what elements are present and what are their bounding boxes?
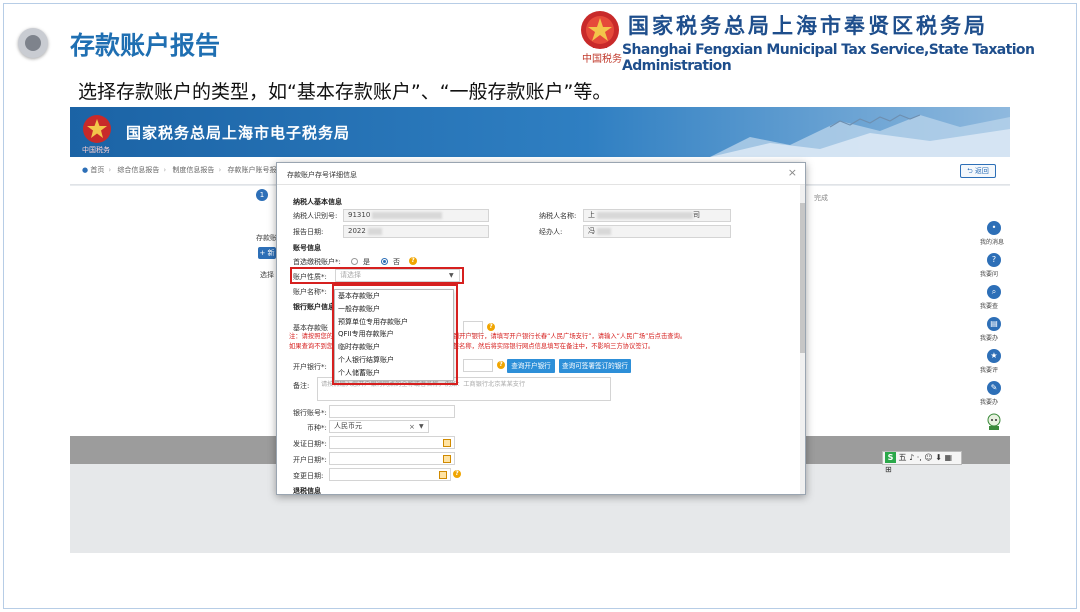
taxpayer-id-label: 纳税人识别号:	[293, 212, 338, 220]
modal-title: 存款账户存号详细信息	[287, 171, 357, 179]
tool-messages[interactable]: • 我的消息	[980, 221, 1008, 246]
location-icon: ●	[82, 166, 89, 174]
breadcrumb-item[interactable]: 制度信息报告	[172, 166, 214, 174]
highlight-dropdown	[332, 284, 458, 385]
help-icon[interactable]: ?	[409, 257, 417, 265]
search-icon: ⌕	[987, 285, 1001, 299]
great-wall-illustration	[710, 114, 1010, 157]
taxpayer-name-label: 纳税人名称:	[539, 212, 577, 220]
portal-title: 国家税务总局上海市电子税务局	[126, 124, 351, 142]
portal-logo-icon	[83, 115, 111, 143]
change-date-field[interactable]	[329, 468, 451, 481]
help-icon[interactable]: ?	[487, 323, 495, 331]
bank-select[interactable]	[463, 359, 493, 372]
breadcrumb-item[interactable]: 综合信息报告	[117, 166, 159, 174]
section-taxpayer: 纳税人基本信息	[293, 198, 342, 206]
portal-screenshot: 中国税务 国家税务总局上海市电子税务局 ● 首页 › 综合信息报告 › 制度信息报告…	[70, 107, 1010, 553]
tool-handle[interactable]: ▤ 我要办	[980, 317, 1008, 342]
star-icon: ★	[987, 349, 1001, 363]
highlight-nature-select	[290, 267, 464, 284]
edit-icon: ✎	[987, 381, 1001, 395]
step-complete-label: 完成	[814, 194, 828, 202]
bank-account-field[interactable]	[329, 405, 455, 418]
emblem-script: 中国税务	[582, 54, 622, 65]
step-indicator: 1	[256, 189, 268, 201]
list-header-label: 选择	[260, 271, 274, 279]
redaction	[597, 227, 611, 235]
portal-banner: 中国税务 国家税务总局上海市电子税务局	[70, 107, 1010, 157]
bullet-icon	[18, 28, 48, 58]
remark-label: 备注:	[293, 382, 310, 390]
back-button[interactable]: ⮌ 返回	[960, 164, 996, 178]
redaction	[597, 211, 693, 219]
account-name-label: 账户名称*:	[293, 288, 327, 296]
breadcrumb: ● 首页 › 综合信息报告 › 制度信息报告 › 存款账户账号报告	[82, 166, 284, 174]
portal-logo-script: 中国税务	[82, 146, 110, 154]
calendar-icon[interactable]	[439, 471, 447, 479]
instruction-text: 选择存款账户的类型，如“基本存款账户”、“一般存款账户”等。	[78, 81, 612, 103]
calendar-icon[interactable]	[443, 455, 451, 463]
bank-account-label: 银行账号*:	[293, 409, 327, 417]
tool-rate[interactable]: ★ 我要评	[980, 349, 1008, 374]
open-date-field[interactable]	[329, 452, 455, 465]
issue-date-field[interactable]	[329, 436, 455, 449]
help-icon[interactable]: ?	[497, 361, 505, 369]
taxpayer-name-field: 上司	[583, 209, 731, 222]
breadcrumb-item[interactable]: 首页	[90, 166, 104, 174]
open-date-label: 开户日期*:	[293, 456, 327, 464]
section-account: 账号信息	[293, 244, 321, 252]
modal-header: 存款账户存号详细信息 ×	[277, 163, 805, 185]
account-report-label: 存款账	[256, 234, 277, 242]
issue-date-label: 发证日期*:	[293, 440, 327, 448]
account-detail-modal: 存款账户存号详细信息 × 纳税人基本信息 纳税人识别号: 91310 纳税人名称…	[276, 162, 806, 495]
robot-assistant-icon	[987, 413, 1001, 430]
ime-toolbar[interactable]: S 五 ♪ ·, ☺ ⬇ ▦ ⊞	[882, 451, 962, 474]
handler-field: 冯	[583, 225, 731, 238]
help-icon[interactable]: ?	[453, 470, 461, 478]
report-date-label: 报告日期:	[293, 228, 324, 236]
handler-label: 经办人:	[539, 228, 563, 236]
modal-scrollbar[interactable]	[800, 185, 805, 494]
primary-no-label: 否	[393, 258, 400, 266]
chat-icon: •	[987, 221, 1001, 235]
currency-label: 币种*:	[307, 424, 327, 432]
section-bank: 银行账户信息	[293, 303, 335, 311]
chevron-down-icon[interactable]: ▼	[419, 423, 424, 430]
primary-yes-radio[interactable]	[351, 258, 358, 265]
redaction	[367, 227, 382, 235]
primary-no-radio[interactable]	[381, 258, 388, 265]
document-icon: ▤	[987, 317, 1001, 331]
clear-icon[interactable]: ×	[409, 423, 415, 431]
change-date-label: 变更日期:	[293, 472, 324, 480]
tax-emblem-icon	[581, 11, 619, 49]
report-date-field: 2022	[343, 225, 489, 238]
org-name-en: Shanghai Fengxian Municipal Tax Service,…	[622, 42, 1035, 74]
tool-assistant[interactable]	[980, 413, 1008, 435]
tool-search[interactable]: ⌕ 我要查	[980, 285, 1008, 310]
back-arrow-icon: ⮌	[967, 167, 973, 175]
taxpayer-id-field: 91310	[343, 209, 489, 222]
primary-account-label: 首选缴税账户*:	[293, 258, 341, 266]
close-icon[interactable]: ×	[788, 167, 797, 179]
org-name-cn: 国家税务总局上海市奉贤区税务局	[628, 14, 988, 38]
query-tripartite-button[interactable]: 查询可签署签订的银行	[559, 359, 631, 373]
tool-ask[interactable]: ? 我要问	[980, 253, 1008, 278]
primary-yes-label: 是	[363, 258, 370, 266]
query-bank-button[interactable]: 查询开户银行	[507, 359, 555, 373]
tool-edit[interactable]: ✎ 我要办	[980, 381, 1008, 406]
section-tax-refund: 退税信息	[293, 487, 321, 495]
ime-logo-icon: S	[885, 452, 896, 463]
redaction	[372, 211, 443, 219]
calendar-icon[interactable]	[443, 439, 451, 447]
add-button[interactable]: + 新	[258, 247, 276, 259]
bank-label: 开户银行*:	[293, 363, 327, 371]
question-icon: ?	[987, 253, 1001, 267]
slide-title: 存款账户报告	[70, 31, 221, 60]
